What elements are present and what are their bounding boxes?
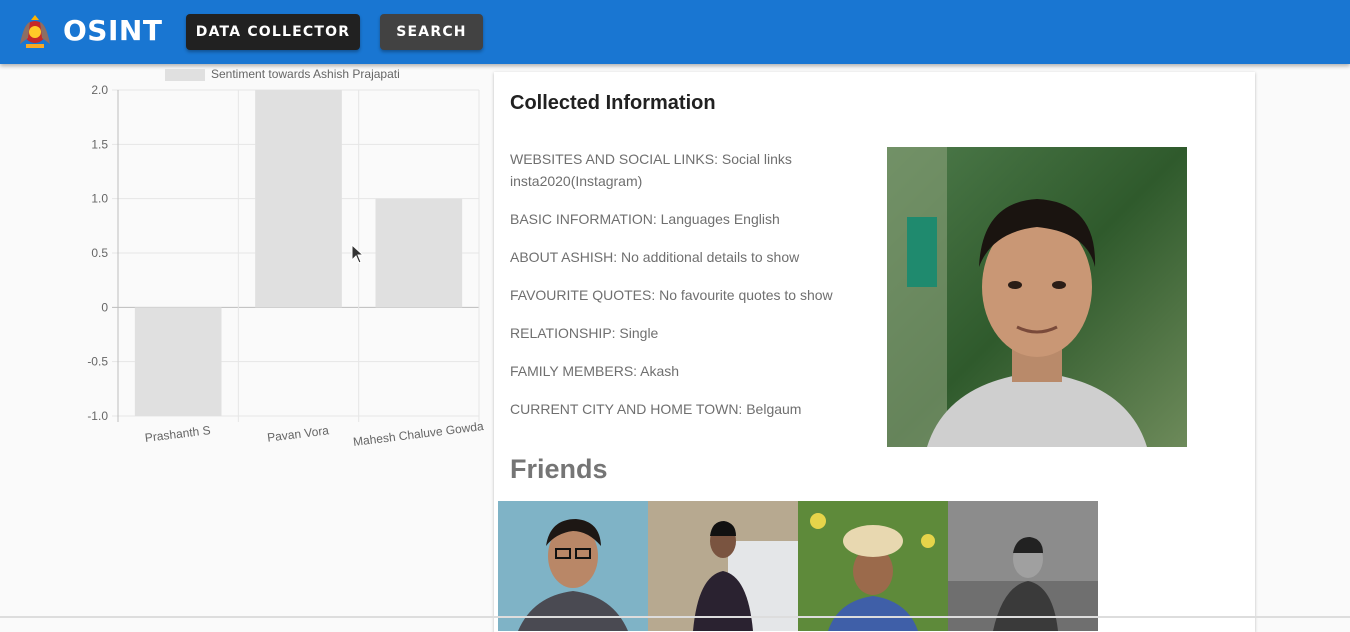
chart-bar [375,198,463,308]
friend-photo[interactable] [648,501,798,631]
mouse-cursor-icon [351,244,365,264]
friend-photo[interactable] [498,501,648,631]
y-tick-label: -0.5 [87,355,108,369]
y-tick-label: 1.0 [91,192,108,206]
y-tick-label: -1.0 [87,409,108,423]
info-relationship: RELATIONSHIP: Single [510,325,659,341]
y-tick-label: 1.5 [91,137,108,151]
card-title: Collected Information [510,92,716,114]
profile-photo [887,147,1187,447]
y-tick-label: 2.0 [91,83,108,97]
x-tick-label: Prashanth S [144,423,211,445]
app-brand: OSINT [63,14,163,47]
search-button[interactable]: SEARCH [380,14,483,50]
x-tick-label: Pavan Vora [266,423,330,444]
friends-title: Friends [510,454,608,484]
app-bar: OSINT DATA COLLECTOR SEARCH [0,0,1350,64]
chart-bar [255,90,342,308]
data-collector-button[interactable]: DATA COLLECTOR [186,14,360,50]
legend-label: Sentiment towards Ashish Prajapati [211,67,400,81]
info-family: FAMILY MEMBERS: Akash [510,363,680,379]
info-list: WEBSITES AND SOCIAL LINKS: Social links … [510,148,840,436]
x-tick-label: Mahesh Chaluve Gowda [352,419,484,449]
y-tick-label: 0 [101,300,108,314]
friend-photo[interactable] [948,501,1098,631]
sentiment-chart: 2.0 1.5 1.0 0.5 0 -0.5 -1.0 Prashanth S Pavan Vo… [87,67,484,449]
y-tick-label: 0.5 [91,246,108,260]
info-basic: BASIC INFORMATION: Languages English [510,211,780,227]
info-websites: WEBSITES AND SOCIAL LINKS: Social links … [510,151,792,189]
collected-info-card: Collected Information WEBSITES AND SOCIA… [494,72,1255,632]
info-quotes: FAVOURITE QUOTES: No favourite quotes to… [510,287,833,303]
legend-swatch [165,69,205,81]
info-about: ABOUT ASHISH: No additional details to s… [510,249,800,265]
state-emblem-logo [20,15,50,48]
friend-photo[interactable] [798,501,948,631]
info-city: CURRENT CITY AND HOME TOWN: Belgaum [510,401,802,417]
chart-bar [134,307,222,416]
